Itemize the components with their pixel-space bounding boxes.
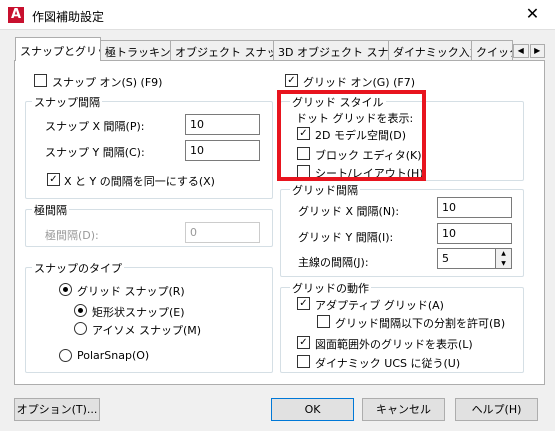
major-line-spinner[interactable]: ▲ ▼	[496, 248, 512, 269]
grid-y-input[interactable]: 10	[437, 223, 512, 244]
grid-behavior-title: グリッドの動作	[290, 280, 371, 296]
snap-x-input[interactable]: 10	[185, 114, 260, 135]
major-line-input[interactable]: 5	[437, 248, 496, 269]
major-line-label: 主線の間隔(J):	[298, 256, 369, 269]
follow-ucs-label: ダイナミック UCS に従う(U)	[315, 357, 461, 370]
grid-spacing-title: グリッド間隔	[290, 182, 360, 198]
close-icon[interactable]: ✕	[510, 0, 555, 30]
polar-snap-label: PolarSnap(O)	[77, 349, 150, 362]
snap-spacing-title: スナップ間隔	[32, 94, 102, 110]
snap-y-input[interactable]: 10	[185, 140, 260, 161]
highlight-box	[277, 90, 426, 181]
beyond-limits-checkbox[interactable]: ✓	[297, 336, 310, 349]
adaptive-grid-label: アダプティブ グリッド(A)	[315, 299, 444, 312]
subdivision-label: グリッド間隔以下の分割を許可(B)	[335, 317, 506, 330]
tab-snap-grid[interactable]: スナップとグリッド	[15, 37, 101, 61]
beyond-limits-label: 図面範囲外のグリッドを表示(L)	[315, 338, 473, 351]
grid-x-label: グリッド X 間隔(N):	[298, 205, 400, 218]
isometric-snap-radio[interactable]	[74, 322, 87, 335]
tab-3d-object-snap[interactable]: 3D オブジェクト スナップ	[273, 40, 389, 60]
title-bar: A 作図補助設定 ✕	[0, 0, 555, 30]
snap-type-title: スナップのタイプ	[32, 260, 124, 276]
scroll-right-icon[interactable]: ▶	[529, 44, 545, 58]
grid-x-input[interactable]: 10	[437, 197, 512, 218]
ok-button[interactable]: OK	[271, 398, 354, 421]
polar-snap-radio[interactable]	[59, 349, 72, 362]
cancel-button[interactable]: キャンセル	[362, 398, 445, 421]
polar-distance-input[interactable]: 0	[185, 222, 260, 243]
rectangular-snap-label: 矩形状スナップ(E)	[92, 306, 185, 319]
grid-on-label: グリッド オン(G) (F7)	[303, 76, 416, 89]
adaptive-grid-checkbox[interactable]: ✓	[297, 297, 310, 310]
spin-down-icon[interactable]: ▼	[496, 259, 511, 269]
snap-on-label: スナップ オン(S) (F9)	[52, 76, 163, 89]
tab-object-snap[interactable]: オブジェクト スナップ	[170, 40, 274, 60]
equal-spacing-label: X と Y の間隔を同一にする(X)	[64, 175, 215, 188]
tab-quick-properties[interactable]: クイック	[471, 40, 513, 60]
window-title: 作図補助設定	[32, 10, 105, 24]
follow-ucs-checkbox[interactable]	[297, 355, 310, 368]
scroll-left-icon[interactable]: ◀	[513, 44, 529, 58]
spin-up-icon[interactable]: ▲	[496, 249, 511, 259]
grid-y-label: グリッド Y 間隔(I):	[298, 231, 394, 244]
subdivision-checkbox[interactable]	[317, 315, 330, 328]
grid-snap-radio[interactable]	[59, 283, 72, 296]
snap-on-checkbox[interactable]	[34, 74, 47, 87]
autocad-logo-icon: A	[8, 7, 24, 23]
snap-x-label: スナップ X 間隔(P):	[45, 120, 145, 133]
options-button[interactable]: オプション(T)...	[14, 398, 100, 421]
help-button[interactable]: ヘルプ(H)	[455, 398, 538, 421]
polar-distance-label: 極間隔(D):	[45, 229, 99, 242]
tab-dynamic-input[interactable]: ダイナミック入力	[388, 40, 472, 60]
isometric-snap-label: アイソメ スナップ(M)	[92, 324, 202, 337]
tab-polar-tracking[interactable]: 極トラッキング	[100, 40, 171, 60]
grid-snap-label: グリッド スナップ(R)	[77, 285, 185, 298]
rectangular-snap-radio[interactable]	[74, 304, 87, 317]
grid-on-checkbox[interactable]: ✓	[285, 74, 298, 87]
snap-y-label: スナップ Y 間隔(C):	[45, 146, 145, 159]
equal-spacing-checkbox[interactable]: ✓	[47, 173, 60, 186]
tab-scroll: ◀ ▶	[513, 44, 545, 58]
polar-spacing-title: 極間隔	[32, 202, 69, 218]
